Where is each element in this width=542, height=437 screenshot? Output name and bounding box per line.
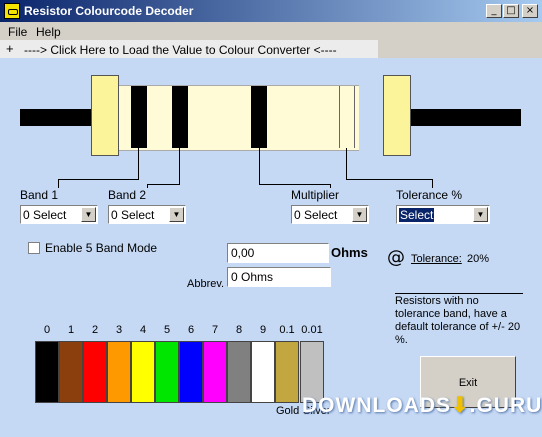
resistor-band-multiplier — [251, 86, 267, 148]
resistor-left-wire — [20, 109, 92, 126]
chart-number: 0 — [43, 324, 51, 336]
window-title: Resistor Colourcode Decoder — [24, 4, 194, 18]
band2-lead — [179, 148, 180, 185]
chart-number: 8 — [235, 324, 243, 336]
tolerance-note: Resistors with no tolerance band, have a… — [395, 295, 521, 346]
multiplier-label: Multiplier — [291, 188, 340, 202]
title-bar[interactable]: Resistor Colourcode Decoder _ □ × — [0, 0, 542, 22]
watermark-text: DOWNLOADS — [302, 394, 451, 417]
converter-link-bar[interactable]: + ----> Click Here to Load the Value to … — [0, 40, 378, 59]
colour-swatch-yellow[interactable] — [131, 341, 155, 403]
chart-number: 7 — [211, 324, 219, 336]
resistor-right-cap — [383, 75, 411, 156]
abbrev-label: Abbrev. — [187, 278, 225, 290]
divider — [395, 293, 523, 294]
chevron-down-icon[interactable]: ▼ — [352, 207, 367, 222]
band1-label: Band 1 — [20, 188, 59, 202]
menu-help[interactable]: Help — [36, 25, 61, 39]
chart-number: 0.01 — [301, 324, 323, 336]
resistor-left-cap — [91, 75, 119, 156]
chevron-down-icon[interactable]: ▼ — [81, 207, 96, 222]
decoder-panel: Band 1 0 Select ▼ Band 2 0 Select ▼ Mult… — [0, 58, 542, 437]
band2-lead-d — [147, 184, 148, 188]
result-value-field[interactable]: 0,00 — [227, 243, 329, 263]
tolerance-lead — [346, 148, 347, 180]
colour-swatch-grey[interactable] — [227, 341, 251, 403]
tolerance-link[interactable]: Tolerance: — [411, 253, 462, 265]
download-arrow-icon: ⬇ — [451, 394, 470, 417]
watermark: DOWNLOADS⬇.GURU — [302, 393, 542, 418]
colour-swatch-red[interactable] — [83, 341, 107, 403]
resistor-app-icon[interactable] — [4, 3, 20, 19]
chart-number: 0.1 — [279, 324, 295, 336]
chevron-down-icon[interactable]: ▼ — [473, 207, 488, 222]
chart-number: 2 — [91, 324, 99, 336]
minimize-button[interactable]: _ — [486, 4, 502, 18]
resistor-band-1 — [131, 86, 147, 148]
band1-select[interactable]: 0 Select ▼ — [20, 205, 98, 224]
app-window: Resistor Colourcode Decoder _ □ × File H… — [0, 0, 542, 437]
band1-lead-h — [58, 179, 139, 180]
at-symbol-icon: @ — [387, 247, 405, 268]
tolerance-label: Tolerance % — [396, 188, 463, 202]
maximize-button[interactable]: □ — [503, 4, 519, 18]
ohms-unit-label: Ohms — [331, 245, 368, 260]
close-button[interactable]: × — [522, 4, 538, 18]
chart-number: 5 — [163, 324, 171, 336]
band1-value: 0 Select — [23, 208, 67, 222]
resistor-band-tolerance — [339, 86, 355, 148]
chart-number: 6 — [187, 324, 195, 336]
multiplier-value: 0 Select — [294, 208, 338, 222]
resistor-band-2 — [172, 86, 188, 148]
chart-number: 3 — [115, 324, 123, 336]
menu-file[interactable]: File — [8, 25, 27, 39]
multiplier-lead-h — [259, 184, 331, 185]
five-band-checkbox[interactable] — [28, 242, 40, 254]
band2-value: 0 Select — [111, 208, 155, 222]
tolerance-lead-h — [346, 179, 433, 180]
gold-label: Gold — [276, 405, 300, 417]
resistor-body — [116, 85, 359, 151]
menu-bar: File Help — [0, 22, 542, 40]
band1-lead-d — [58, 179, 59, 188]
band1-lead — [138, 148, 139, 180]
plus-icon: + — [6, 41, 14, 56]
colour-swatch-black[interactable] — [35, 341, 59, 403]
chart-number: 4 — [139, 324, 147, 336]
multiplier-lead — [259, 148, 260, 185]
colour-swatch-violet[interactable] — [203, 341, 227, 403]
tolerance-select[interactable]: Select ▼ — [396, 205, 490, 224]
chart-number: 9 — [259, 324, 267, 336]
colour-swatch-gold[interactable] — [275, 341, 299, 403]
tolerance-lead-d — [432, 179, 433, 188]
colour-swatch-orange[interactable] — [107, 341, 131, 403]
band2-lead-h — [147, 184, 180, 185]
colour-swatch-blue[interactable] — [179, 341, 203, 403]
colour-swatch-brown[interactable] — [59, 341, 83, 403]
tolerance-percent: 20% — [467, 253, 490, 265]
chart-number: 1 — [67, 324, 75, 336]
band2-label: Band 2 — [108, 188, 147, 202]
watermark-suffix: .GURU — [469, 394, 542, 417]
abbrev-value-field[interactable]: 0 Ohms — [227, 267, 331, 287]
chevron-down-icon[interactable]: ▼ — [169, 207, 184, 222]
colour-swatch-green[interactable] — [155, 341, 179, 403]
resistor-right-wire — [411, 109, 521, 126]
colour-swatch-white[interactable] — [251, 341, 275, 403]
multiplier-select[interactable]: 0 Select ▼ — [291, 205, 369, 224]
five-band-label: Enable 5 Band Mode — [45, 241, 158, 255]
tolerance-value: Select — [399, 208, 435, 222]
converter-link[interactable]: ----> Click Here to Load the Value to Co… — [24, 43, 337, 57]
band2-select[interactable]: 0 Select ▼ — [108, 205, 186, 224]
